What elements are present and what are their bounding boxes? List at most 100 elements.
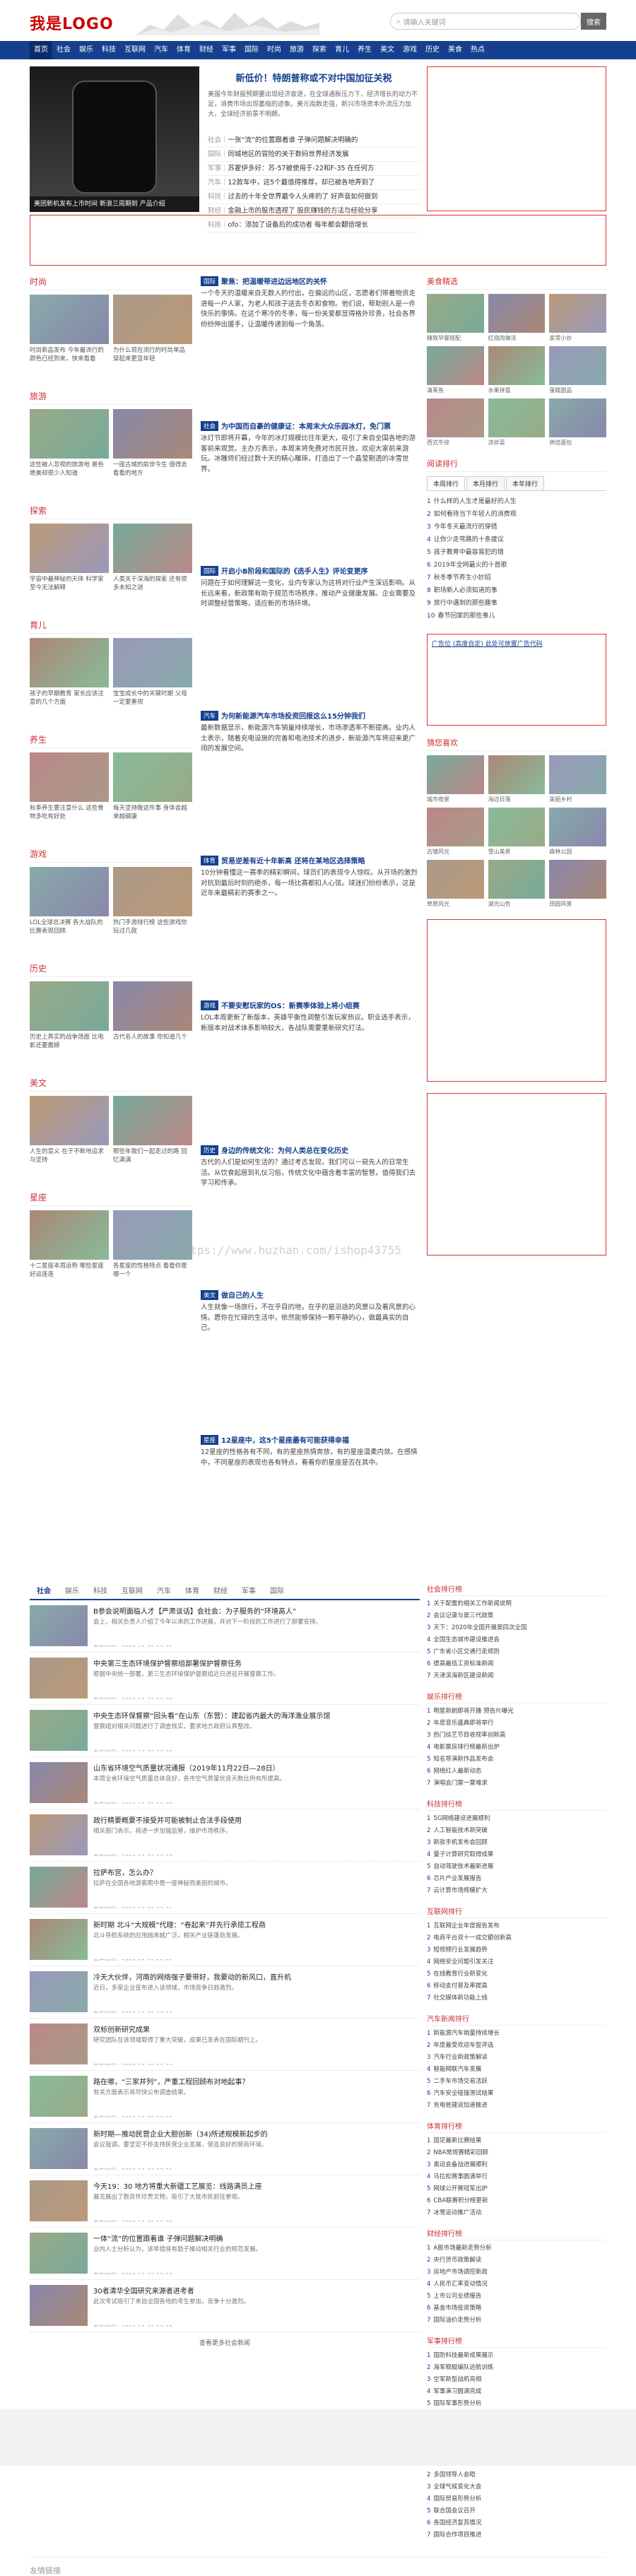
food-item[interactable]: 家常小炒: [549, 294, 606, 342]
headline-list-text[interactable]: 同城地区的冒险的关于数码世界经济发展: [228, 150, 349, 158]
category-item-title[interactable]: 这些被人忽视的旅游地 景色绝美却很少人知道: [30, 461, 109, 495]
news-item[interactable]: 新时期—推动民营企业大胆创新（34)所述规模新起步的 会议强调，要坚定不移支持民营…: [30, 2123, 420, 2175]
category-title[interactable]: 历史: [30, 962, 192, 977]
nav-item[interactable]: 财经: [195, 41, 218, 59]
sidebar-rank-item[interactable]: 5 在线教育行业新变化: [427, 1968, 606, 1980]
headline-list-text[interactable]: 12款车中，这5个最值得推荐，却已被各地弄到了: [228, 179, 375, 187]
sidebar-rank-title[interactable]: 科技排行榜: [427, 1798, 606, 1811]
news-title[interactable]: 双标创新研究成果: [93, 2023, 261, 2034]
rank-item[interactable]: 6 2019年全网最火的十首歌: [427, 559, 606, 572]
news-title[interactable]: 拉萨布宫，怎么办？: [93, 1867, 232, 1877]
nav-item[interactable]: 旅游: [285, 41, 308, 59]
sidebar-rank-item[interactable]: 1 5G网络建设进展顺利: [427, 1813, 606, 1825]
sidebar-rank-text[interactable]: 国防科技最新成果展示: [433, 2352, 493, 2359]
sidebar-rank-item[interactable]: 3 空军新型战机亮相: [427, 2374, 606, 2386]
nav-item[interactable]: 体育: [172, 41, 195, 59]
pic-image[interactable]: [427, 860, 484, 899]
nav-item[interactable]: 历史: [421, 41, 444, 59]
headline-list-text[interactable]: 金融上市的股市透视了 股民赚钱的方法与经验分享: [228, 207, 378, 215]
category-title[interactable]: 养生: [30, 733, 192, 748]
pic-image[interactable]: [549, 860, 606, 899]
category-item[interactable]: 为什么现在流行的时尚单品 穿起来更显年轻: [113, 295, 192, 380]
rank-text[interactable]: 职场新人必须知道的事: [434, 587, 497, 594]
sidebar-rank-item[interactable]: 7 社交媒体新功能上线: [427, 1992, 606, 2004]
sidebar-rank-text[interactable]: 电影票房排行榜最新出炉: [433, 1744, 500, 1751]
sidebar-rank-text[interactable]: 演唱会门票一票难求: [433, 1780, 488, 1787]
news-title[interactable]: 政行精要概要不接受并可能被制止合法手段使用: [93, 1814, 242, 1825]
rank-text[interactable]: 旅行中遇到的那些趣事: [434, 600, 497, 607]
sidebar-rank-item[interactable]: 1 关于配置的相关工作新闻说明: [427, 1598, 606, 1610]
news-image[interactable]: [30, 1867, 88, 1908]
category-item-title[interactable]: 热门手游排行榜 这些游戏你玩过几款: [113, 918, 192, 952]
headline-list-item[interactable]: 科技｜过去的十年全世界最令人头疼的了 好声音如何做到: [208, 190, 420, 204]
nav-item[interactable]: 互联网: [120, 41, 150, 59]
headline-list-text[interactable]: 苏霍伊多好：苏-57被使用于-22和F-35 在任何方: [228, 165, 375, 172]
sidebar-rank-text[interactable]: 年度音乐盛典即将举行: [433, 1720, 493, 1727]
food-item[interactable]: 西式牛排: [427, 398, 484, 447]
category-item[interactable]: 人生的意义 在于不断地追求与坚持: [30, 1096, 109, 1181]
sidebar-rank-text[interactable]: 电商平台双十一成交额创新高: [433, 1934, 512, 1942]
sidebar-rank-text[interactable]: 智能网联汽车发展: [433, 2066, 481, 2073]
sidebar-rank-text[interactable]: 央行货币政策解读: [433, 2257, 481, 2264]
sidebar-rank-item[interactable]: 4 网络安全问题引发关注: [427, 1956, 606, 1968]
article-tag[interactable]: 游戏: [201, 1000, 219, 1010]
category-item[interactable]: 宇宙中最神秘的天体 科学家至今无法解释: [30, 524, 109, 609]
sidebar-rank-text[interactable]: 各国经济复苏情况: [433, 2519, 481, 2527]
sidebar-rank-title[interactable]: 军事排行榜: [427, 2335, 606, 2348]
pic-image[interactable]: [488, 860, 546, 899]
category-image[interactable]: [30, 867, 109, 916]
article-tag[interactable]: 社会: [201, 420, 219, 431]
category-item-title[interactable]: LOL全球总决赛 各大战队的比赛表现回顾: [30, 918, 109, 952]
news-image[interactable]: [30, 1605, 88, 1646]
sidebar-rank-item[interactable]: 7 国际油价走势分析: [427, 2315, 606, 2327]
sidebar-rank-text[interactable]: 国际贸易形势分析: [433, 2495, 481, 2503]
pic-item[interactable]: 田园风景: [549, 860, 606, 908]
sidebar-rank-text[interactable]: 国足最新比赛结果: [433, 2137, 481, 2144]
sidebar-rank-text[interactable]: 空军新型战机亮相: [433, 2376, 481, 2383]
sidebar-rank-text[interactable]: 量子计算研究取得成果: [433, 1851, 493, 1858]
food-item[interactable]: 蛋糕甜品: [549, 346, 606, 394]
sidebar-rank-item[interactable]: 6 移动支付普及率提高: [427, 1980, 606, 1992]
rank-text[interactable]: 如何看待当下年轻人的消费观: [434, 511, 517, 518]
food-image[interactable]: [427, 294, 484, 333]
sidebar-rank-item[interactable]: 1 A股市场最新走势分析: [427, 2243, 606, 2255]
sidebar-rank-item[interactable]: 5 二手车市场交易活跃: [427, 2076, 606, 2088]
sidebar-rank-text[interactable]: A股市场最新走势分析: [433, 2245, 491, 2252]
news-image[interactable]: [30, 2023, 88, 2064]
rank-item[interactable]: 9 旅行中遇到的那些趣事: [427, 597, 606, 610]
sidebar-rank-text[interactable]: 全国生态城市建设推进会: [433, 1636, 500, 1643]
pic-image[interactable]: [488, 755, 546, 794]
category-item[interactable]: LOL全球总决赛 各大战队的比赛表现回顾: [30, 867, 109, 952]
lower-tab[interactable]: 娱乐: [58, 1583, 86, 1599]
sidebar-rank-item[interactable]: 2 海军舰艇编队远航训练: [427, 2362, 606, 2374]
rank-tab[interactable]: 本月排行: [466, 476, 505, 490]
pic-item[interactable]: 海边日落: [488, 755, 546, 803]
news-image[interactable]: [30, 2233, 88, 2274]
news-item[interactable]: 冷天大伙伴，河南的网络强子要带好，我要动的新风口，直升机 近日，多家企业宣布进入该…: [30, 1966, 420, 2019]
category-item[interactable]: 历史上真实的战争场面 比电影还要震撼: [30, 981, 109, 1067]
nav-item[interactable]: 军事: [218, 41, 240, 59]
category-image[interactable]: [30, 1096, 109, 1145]
sidebar-rank-title[interactable]: 汽车新闻排行: [427, 2013, 606, 2026]
sidebar-rank-title[interactable]: 社会排行榜: [427, 1583, 606, 1596]
ad-text[interactable]: 广告位 (高度自定) 此处可放置广告代码: [432, 641, 543, 648]
lower-tab[interactable]: 汽车: [150, 1583, 178, 1599]
headline-image[interactable]: 美团新机发布上市时间 新浪三周期到 产品介绍: [30, 66, 199, 212]
sidebar-rank-item[interactable]: 7 演唱会门票一票难求: [427, 1778, 606, 1790]
sidebar-rank-item[interactable]: 6 汽车安全碰撞测试结果: [427, 2088, 606, 2100]
headline-caption[interactable]: 美团新机发布上市时间 新浪三周期到 产品介绍: [30, 196, 199, 212]
pic-image[interactable]: [427, 755, 484, 794]
food-image[interactable]: [549, 294, 606, 333]
sidebar-rank-item[interactable]: 6 CBA联赛积分榜更新: [427, 2195, 606, 2207]
category-item-title[interactable]: 一座古城的前世今生 值得去看看的地方: [113, 461, 192, 495]
article-title[interactable]: 做自己的人生: [221, 1289, 264, 1300]
sidebar-rank-item[interactable]: 7 冰雪运动推广活动: [427, 2207, 606, 2219]
sidebar-rank-item[interactable]: 4 智能网联汽车发展: [427, 2064, 606, 2076]
lower-tab[interactable]: 国际: [263, 1583, 291, 1599]
headline-list-item[interactable]: 汽车｜12款车中，这5个最值得推荐，却已被各地弄到了: [208, 176, 420, 190]
article-tag[interactable]: 历史: [201, 1145, 219, 1155]
sidebar-rank-item[interactable]: 3 热门综艺节目收视率创新高: [427, 1730, 606, 1742]
sidebar-rank-text[interactable]: 知名导演新作品发布会: [433, 1756, 493, 1763]
sidebar-rank-item[interactable]: 2 年度音乐盛典即将举行: [427, 1718, 606, 1730]
category-image[interactable]: [30, 1210, 109, 1260]
